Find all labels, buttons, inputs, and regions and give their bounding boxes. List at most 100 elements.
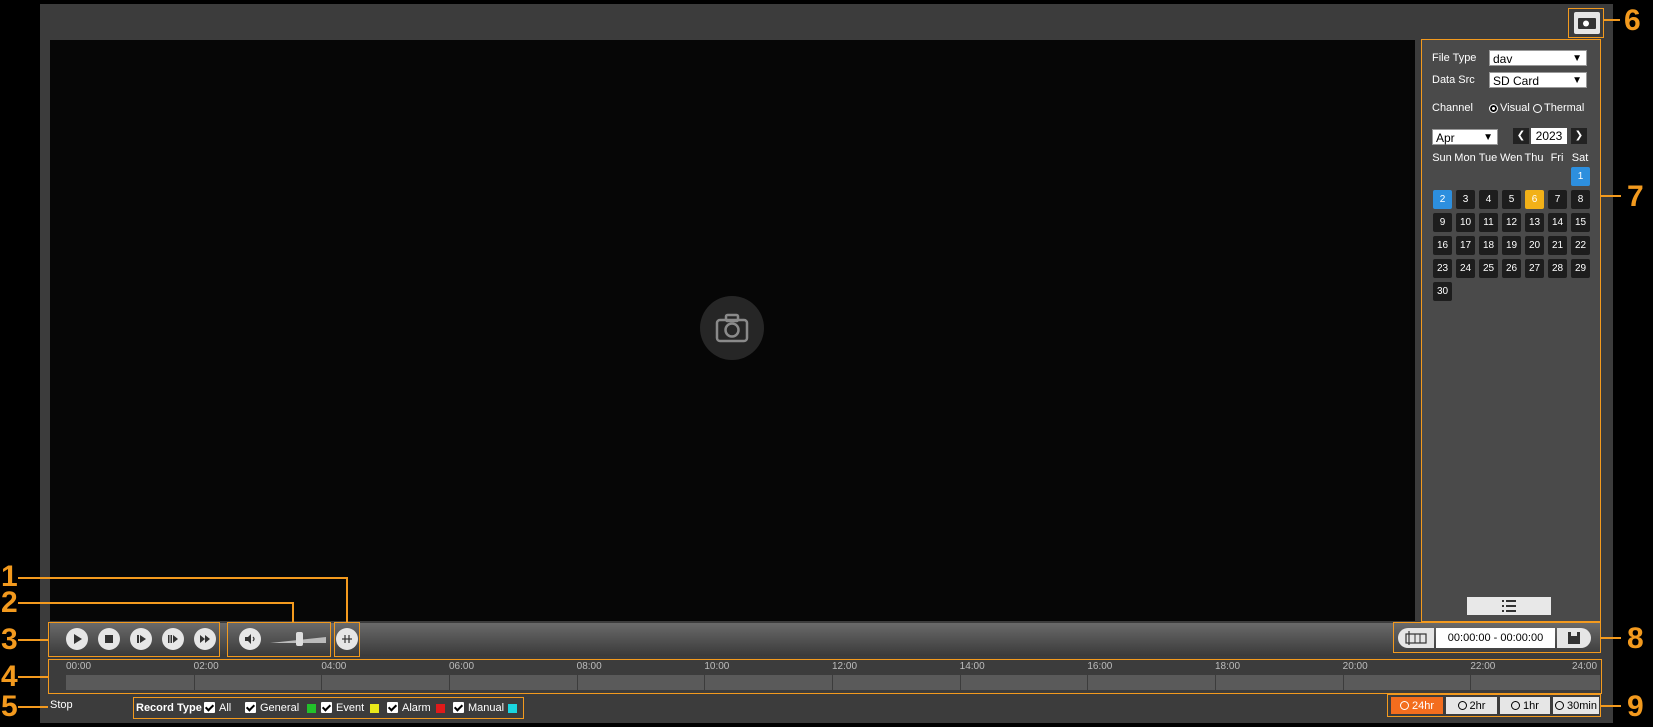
zoom-24hr-button[interactable]: 24hr xyxy=(1391,697,1443,714)
calendar-day[interactable]: 18 xyxy=(1479,236,1498,255)
clip-button[interactable] xyxy=(336,628,358,650)
clock-icon xyxy=(1457,701,1467,710)
year-display: 2023 xyxy=(1531,128,1567,144)
calendar-day[interactable]: 16 xyxy=(1433,236,1452,255)
zoom-2hr-button[interactable]: 2hr xyxy=(1446,697,1497,714)
chevron-down-icon: ▼ xyxy=(1572,75,1582,86)
zoom-1hr-button[interactable]: 1hr xyxy=(1500,697,1550,714)
prev-year-button[interactable]: ❮ xyxy=(1513,128,1529,144)
volume-slider-handle[interactable] xyxy=(296,632,303,646)
calendar-day[interactable]: 25 xyxy=(1479,259,1498,278)
channel-thermal-radio[interactable]: Thermal xyxy=(1533,102,1584,114)
weekday-header: Sun xyxy=(1432,152,1452,164)
calendar-day[interactable]: 12 xyxy=(1502,213,1521,232)
channel-label: Channel xyxy=(1432,102,1473,114)
speaker-icon xyxy=(245,634,255,644)
callout-9: 9 xyxy=(1627,690,1644,723)
play-button[interactable] xyxy=(66,628,88,650)
calendar-day[interactable]: 14 xyxy=(1548,213,1567,232)
calendar-day[interactable]: 26 xyxy=(1502,259,1521,278)
callout-line-3 xyxy=(18,639,48,641)
calendar-day[interactable]: 1 xyxy=(1571,167,1590,186)
calendar-day[interactable]: 27 xyxy=(1525,259,1544,278)
calendar-day[interactable]: 6 xyxy=(1525,190,1544,209)
calendar-day[interactable]: 30 xyxy=(1433,282,1452,301)
film-clip-icon xyxy=(1405,631,1427,645)
callout-line-7 xyxy=(1601,195,1621,197)
time-range-field[interactable]: 00:00:00 - 00:00:00 xyxy=(1436,628,1555,648)
data-src-select[interactable]: SD Card ▼ xyxy=(1489,72,1587,88)
callout-line-2 xyxy=(18,602,293,604)
callout-3: 3 xyxy=(1,623,18,656)
channel-visual-radio[interactable]: Visual xyxy=(1489,102,1530,114)
file-type-value: dav xyxy=(1493,52,1513,66)
callout-vline-2 xyxy=(292,602,294,622)
record-type-color-swatch xyxy=(370,704,379,713)
record-type-checkbox[interactable] xyxy=(204,702,215,713)
calendar-day[interactable]: 4 xyxy=(1479,190,1498,209)
zoom-label: 24hr xyxy=(1411,699,1435,712)
zoom-30min-button[interactable]: 30min xyxy=(1553,697,1599,714)
clock-icon xyxy=(1555,701,1565,710)
record-type-color-swatch xyxy=(306,704,316,713)
next-frame-button[interactable] xyxy=(130,628,152,650)
record-type-checkbox[interactable] xyxy=(387,702,398,713)
clip-icon xyxy=(342,635,352,643)
calendar-day[interactable]: 10 xyxy=(1456,213,1475,232)
zoom-label: 1hr xyxy=(1523,699,1539,712)
calendar-day[interactable]: 21 xyxy=(1548,236,1567,255)
record-type-checkbox[interactable] xyxy=(321,702,332,713)
stop-button[interactable] xyxy=(98,628,120,650)
record-type-color-swatch xyxy=(436,704,445,713)
chevron-down-icon: ▼ xyxy=(1572,53,1582,64)
slow-play-icon xyxy=(168,635,178,643)
calendar-day[interactable]: 9 xyxy=(1433,213,1452,232)
next-frame-icon xyxy=(137,635,146,643)
play-icon xyxy=(74,634,82,644)
next-year-button[interactable]: ❯ xyxy=(1571,128,1587,144)
record-type-label: Record Type xyxy=(136,702,202,714)
record-type-checkbox[interactable] xyxy=(245,702,256,713)
record-type-option-label: Alarm xyxy=(402,702,431,714)
calendar-day[interactable]: 3 xyxy=(1456,190,1475,209)
calendar-day[interactable]: 22 xyxy=(1571,236,1590,255)
data-src-label: Data Src xyxy=(1432,74,1475,86)
calendar-day[interactable]: 8 xyxy=(1571,190,1590,209)
calendar-day[interactable]: 17 xyxy=(1456,236,1475,255)
fast-play-button[interactable] xyxy=(194,628,216,650)
calendar-day[interactable]: 5 xyxy=(1502,190,1521,209)
calendar-day[interactable]: 11 xyxy=(1479,213,1498,232)
zoom-label: 30min xyxy=(1567,699,1597,712)
calendar-day[interactable]: 7 xyxy=(1548,190,1567,209)
callout-line-6 xyxy=(1604,19,1620,21)
callout-line-5 xyxy=(18,706,48,708)
file-list-button[interactable] xyxy=(1467,597,1551,615)
slow-play-button[interactable] xyxy=(162,628,184,650)
callout-1: 1 xyxy=(1,560,18,593)
record-type-option-label: All xyxy=(219,702,232,714)
record-type-checkbox[interactable] xyxy=(453,702,464,713)
calendar-day[interactable]: 24 xyxy=(1456,259,1475,278)
calendar-day[interactable]: 29 xyxy=(1571,259,1590,278)
volume-button[interactable] xyxy=(239,628,261,650)
radio-selected-icon xyxy=(1489,103,1498,113)
save-clip-button[interactable] xyxy=(1557,628,1591,648)
calendar-day[interactable]: 20 xyxy=(1525,236,1544,255)
calendar-day[interactable]: 13 xyxy=(1525,213,1544,232)
weekday-header: Wen xyxy=(1500,152,1523,164)
clip-range-button[interactable] xyxy=(1398,628,1434,648)
calendar-day[interactable]: 2 xyxy=(1433,190,1452,209)
floppy-disk-icon xyxy=(1568,632,1580,644)
calendar-day[interactable]: 28 xyxy=(1548,259,1567,278)
file-type-select[interactable]: dav ▼ xyxy=(1489,50,1587,66)
calendar-day[interactable]: 23 xyxy=(1433,259,1452,278)
record-type-option-label: Event xyxy=(336,702,365,714)
weekday-header: Tue xyxy=(1478,152,1498,164)
record-type-color-swatch xyxy=(508,704,518,713)
calendar-day[interactable]: 15 xyxy=(1571,213,1590,232)
channel-visual-label: Visual xyxy=(1500,102,1530,114)
month-select[interactable]: Apr ▼ xyxy=(1432,129,1498,145)
calendar-day[interactable]: 19 xyxy=(1502,236,1521,255)
snapshot-button[interactable] xyxy=(1574,12,1600,34)
record-type-option-label: General xyxy=(260,702,300,714)
